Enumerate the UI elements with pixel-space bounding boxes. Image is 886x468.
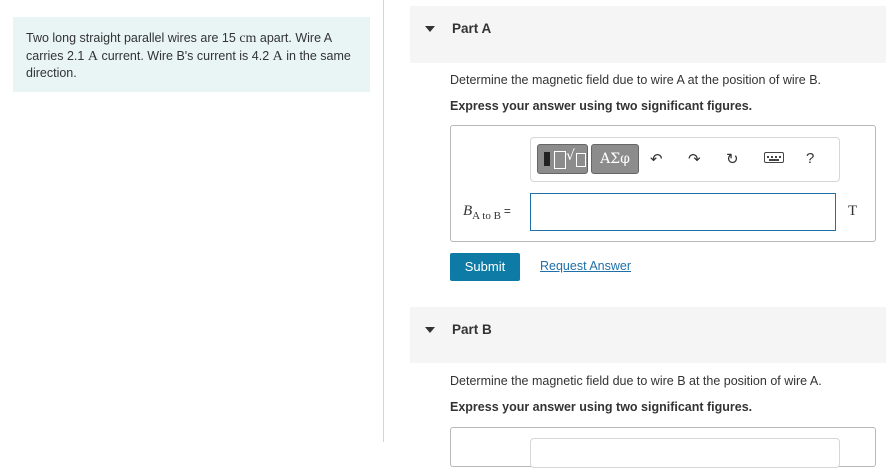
sqrt-icon: √ (566, 148, 575, 164)
templates-button[interactable]: √ (537, 144, 588, 174)
part-a-instruction: Express your answer using two significan… (450, 99, 753, 113)
unit-ampere: A (272, 48, 283, 64)
unit-label: T (848, 203, 858, 219)
part-a-title: Part A (452, 21, 492, 36)
math-toolbar: √ ΑΣφ ↶ ↷ ↻ ? (530, 137, 840, 182)
answer-input[interactable] (530, 193, 836, 231)
request-answer-link[interactable]: Request Answer (540, 259, 631, 273)
part-a-answer-box: √ ΑΣφ ↶ ↷ ↻ ? BA to B = T (450, 125, 876, 242)
label-equals: = (503, 204, 511, 218)
template-exponent-icon (554, 151, 566, 169)
answer-label: BA to B = (463, 203, 511, 222)
reset-icon[interactable]: ↻ (726, 150, 739, 168)
undo-icon[interactable]: ↶ (650, 150, 663, 168)
panel-divider (383, 0, 384, 442)
part-a-question: Determine the magnetic field due to wire… (450, 73, 822, 87)
template-block-icon (544, 152, 550, 166)
label-subscript: A to B (472, 210, 501, 222)
caret-down-icon[interactable] (425, 327, 435, 333)
part-b-title: Part B (452, 322, 492, 337)
unit-cm: cm (239, 31, 257, 46)
keyboard-icon[interactable] (764, 152, 784, 163)
part-b-question: Determine the magnetic field due to wire… (450, 374, 822, 388)
submit-button[interactable]: Submit (450, 253, 520, 281)
part-a-header[interactable]: Part A (410, 6, 886, 63)
redo-icon[interactable]: ↷ (688, 150, 701, 168)
template-box-icon (576, 153, 586, 167)
part-b-instruction: Express your answer using two significan… (450, 400, 753, 414)
part-b-header[interactable]: Part B (410, 307, 886, 363)
label-variable: B (463, 203, 473, 219)
part-b-answer-box (450, 427, 876, 468)
unit-ampere: A (87, 48, 98, 64)
math-toolbar (530, 438, 840, 468)
problem-text-1: Two long straight parallel wires are 15 (26, 31, 240, 45)
greek-symbols-button[interactable]: ΑΣφ (591, 144, 639, 174)
problem-statement: Two long straight parallel wires are 15 … (13, 17, 370, 92)
problem-text-3: current. Wire B's current is 4.2 (97, 48, 273, 63)
help-button[interactable]: ? (806, 150, 814, 168)
caret-down-icon[interactable] (425, 26, 435, 32)
